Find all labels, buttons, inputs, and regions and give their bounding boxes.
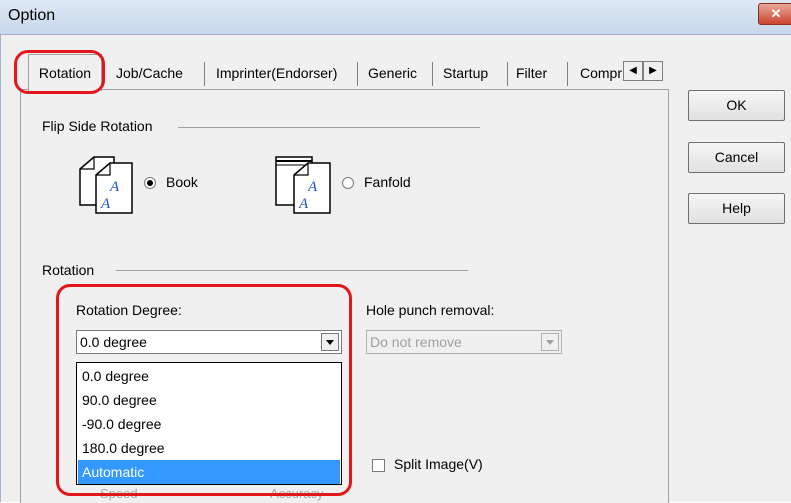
dropdown-arrow-icon [546, 340, 554, 345]
hole-punch-value: Do not remove [370, 334, 462, 350]
tab-separator [204, 62, 205, 86]
tab-filter[interactable]: Filter [510, 58, 554, 88]
svg-text:A: A [100, 196, 111, 212]
title-bar [0, 0, 791, 35]
book-label: Book [166, 174, 198, 190]
book-radio[interactable] [144, 177, 156, 189]
tab-label: Job/Cache [116, 65, 183, 81]
split-image-label: Split Image(V) [394, 456, 483, 472]
svg-text:A: A [307, 179, 318, 195]
hole-punch-label: Hole punch removal: [366, 302, 495, 318]
tab-label: Startup [443, 65, 489, 81]
tab-label: Generic [368, 65, 418, 81]
tab-job-cache[interactable]: Job/Cache [110, 58, 189, 88]
tab-separator [357, 62, 358, 86]
tab-separator [567, 62, 568, 86]
fanfold-label: Fanfold [364, 174, 411, 190]
page-book-icon: A A [79, 156, 133, 214]
cancel-button[interactable]: Cancel [688, 142, 785, 173]
close-button[interactable]: ✕ [758, 3, 791, 25]
section-divider [116, 270, 468, 271]
hole-punch-select[interactable]: Do not remove [366, 330, 562, 354]
tab-label: Compr [580, 65, 623, 81]
close-icon: ✕ [770, 6, 782, 21]
tab-label: Imprinter(Endorser) [216, 65, 338, 81]
tab-highlight-circle [14, 50, 105, 94]
flip-side-label: Flip Side Rotation [42, 118, 153, 134]
scroll-left-icon: ◀ [629, 65, 637, 76]
rotation-section-label: Rotation [42, 262, 95, 278]
tab-startup[interactable]: Startup [437, 58, 495, 88]
tab-separator [507, 62, 508, 86]
ok-button[interactable]: OK [688, 90, 785, 121]
section-divider [178, 127, 480, 128]
tab-imprinter[interactable]: Imprinter(Endorser) [210, 58, 344, 88]
page-fanfold-icon: A A [275, 156, 331, 214]
tab-scroll-right[interactable]: ▶ [643, 61, 663, 81]
tab-scroll-left[interactable]: ◀ [623, 61, 643, 81]
tab-generic[interactable]: Generic [362, 58, 424, 88]
fanfold-radio[interactable] [342, 177, 354, 189]
dropdown-arrow-button[interactable] [541, 333, 559, 351]
svg-text:A: A [109, 179, 120, 195]
scroll-right-icon: ▶ [649, 65, 657, 76]
tab-separator [432, 62, 433, 86]
help-button[interactable]: Help [688, 193, 785, 224]
svg-text:A: A [298, 196, 309, 212]
split-image-checkbox[interactable] [372, 459, 385, 472]
rotation-highlight-box [56, 284, 352, 496]
tab-label: Filter [516, 65, 548, 81]
window-title: Option [8, 7, 56, 24]
